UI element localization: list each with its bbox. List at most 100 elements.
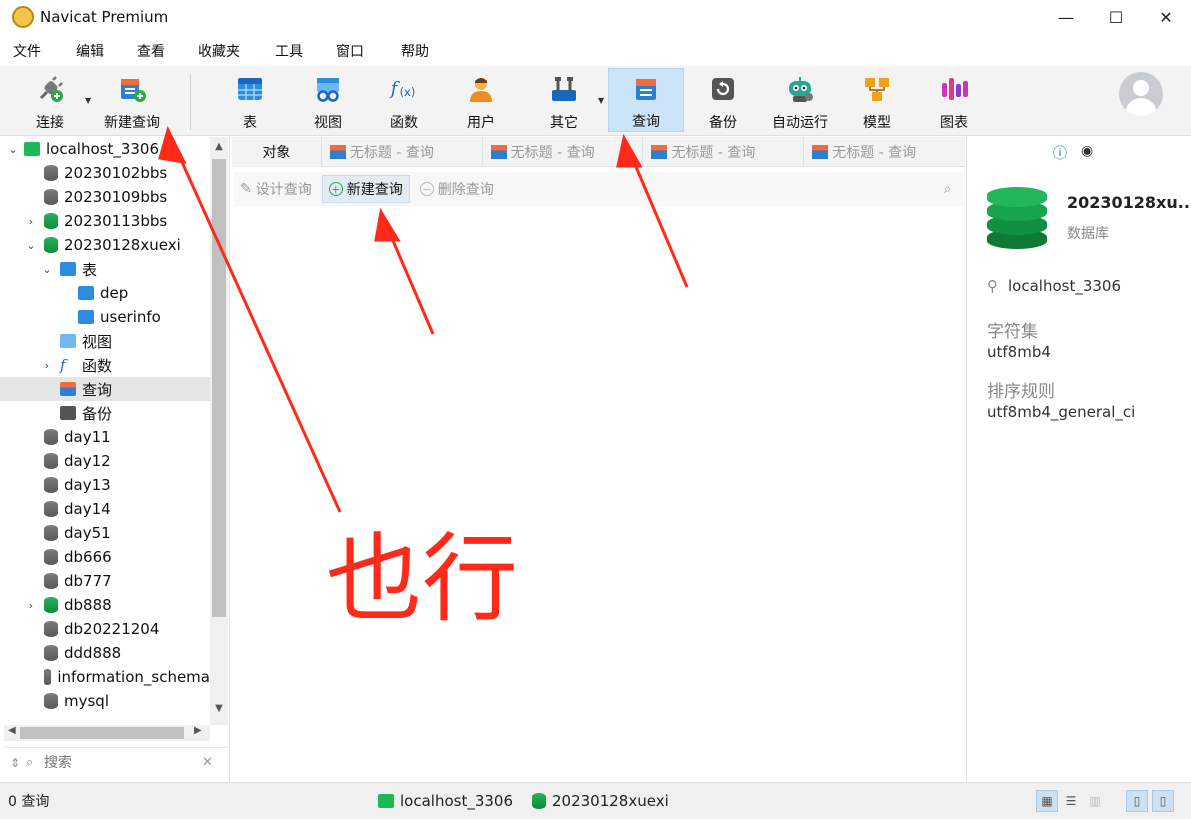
chevron-down-icon[interactable]: ⌄ <box>40 263 54 276</box>
menu-window[interactable]: 窗口 <box>316 41 377 61</box>
new-query-button[interactable]: + 新建查询 <box>321 175 410 203</box>
connect-button[interactable]: 连接 <box>22 68 78 132</box>
menu-tools[interactable]: 工具 <box>253 41 316 61</box>
scroll-right-icon[interactable]: ▶ <box>194 725 202 736</box>
database-large-icon <box>987 185 1047 251</box>
tree-db-item[interactable]: ddd888 <box>0 641 210 665</box>
tree-tables-node[interactable]: ⌄ 表 <box>0 257 210 281</box>
connect-dropdown-icon[interactable]: ▼ <box>85 96 91 105</box>
search-icon[interactable]: ⌕ <box>944 182 951 197</box>
tree-item-label: db666 <box>64 548 112 566</box>
menu-help[interactable]: 帮助 <box>377 41 442 61</box>
tree-item-label: 函数 <box>82 356 113 375</box>
delete-query-button[interactable]: − 删除查询 <box>414 175 500 203</box>
close-button[interactable]: ✕ <box>1141 0 1191 34</box>
tree-db-item[interactable]: information_schema <box>0 665 210 689</box>
scroll-down-icon[interactable]: ▼ <box>210 703 228 714</box>
automation-button[interactable]: 自动运行 <box>764 68 836 132</box>
collation-label: 排序规则 <box>987 382 1055 402</box>
backup-button[interactable]: 备份 <box>697 68 749 132</box>
tree-db-item[interactable]: › 20230113bbs <box>0 209 210 233</box>
tree-functions-node[interactable]: › f 函数 <box>0 353 210 377</box>
database-icon <box>44 669 52 685</box>
tree-search-input[interactable] <box>44 754 194 771</box>
maximize-button[interactable]: ☐ <box>1091 0 1141 34</box>
sort-icon[interactable]: ⇕ <box>4 756 26 770</box>
view-button[interactable]: 视图 <box>302 68 354 132</box>
chevron-right-icon[interactable]: › <box>24 599 38 612</box>
menu-view[interactable]: 查看 <box>117 41 178 61</box>
eye-icon[interactable]: ◉ <box>1081 143 1093 163</box>
tree-table-item[interactable]: userinfo <box>0 305 210 329</box>
tree-db-item[interactable]: mysql <box>0 689 210 713</box>
minimize-button[interactable]: — <box>1041 0 1091 34</box>
tree-item-label: day14 <box>64 500 111 518</box>
right-pane-icon[interactable]: ▯ <box>1152 790 1174 812</box>
menu-favorites[interactable]: 收藏夹 <box>178 41 253 61</box>
query-button[interactable]: 查询 <box>608 68 684 132</box>
function-icon: f <box>60 356 66 374</box>
menu-file[interactable]: 文件 <box>0 41 54 61</box>
clear-icon[interactable]: ✕ <box>202 755 213 770</box>
scroll-left-icon[interactable]: ◀ <box>8 725 16 736</box>
menu-edit[interactable]: 编辑 <box>54 41 117 61</box>
tab-query[interactable]: 无标题 - 查询 <box>643 137 805 167</box>
scroll-up-icon[interactable]: ▲ <box>210 141 228 152</box>
tree-db-item[interactable]: 20230109bbs <box>0 185 210 209</box>
function-button[interactable]: f (x) 函数 <box>378 68 430 132</box>
tree-db-item[interactable]: 20230102bbs <box>0 161 210 185</box>
tree-db-item[interactable]: db666 <box>0 545 210 569</box>
tree-views-node[interactable]: 视图 <box>0 329 210 353</box>
collation-value: utf8mb4_general_ci <box>987 403 1136 421</box>
tree-db-item[interactable]: day14 <box>0 497 210 521</box>
detail-view-icon[interactable]: ▥ <box>1084 790 1106 812</box>
new-query-label: 新建查询 <box>346 182 403 198</box>
chevron-down-icon[interactable]: ⌄ <box>6 143 20 156</box>
other-button[interactable]: 其它 <box>538 68 590 132</box>
tree-db-item[interactable]: day13 <box>0 473 210 497</box>
tree-vertical-scrollbar[interactable]: ▲ ▼ <box>210 137 228 725</box>
tree-db-item[interactable]: db777 <box>0 569 210 593</box>
chevron-down-icon[interactable]: ⌄ <box>24 239 38 252</box>
tab-query[interactable]: 无标题 - 查询 <box>322 137 483 167</box>
tree-db-item[interactable]: day12 <box>0 449 210 473</box>
tree-item-label: dep <box>100 284 129 302</box>
info-icon[interactable]: ⓘ <box>1053 143 1067 163</box>
scroll-thumb[interactable] <box>212 159 226 617</box>
database-icon <box>44 621 58 637</box>
tree-horizontal-scrollbar[interactable]: ◀ ▶ <box>4 725 210 741</box>
table-button[interactable]: 表 <box>224 68 276 132</box>
design-query-button[interactable]: ✎ 设计查询 <box>234 175 318 203</box>
new-query-toolbar-button[interactable]: 新建查询 <box>98 68 166 132</box>
list-view-icon[interactable]: ☰ <box>1060 790 1082 812</box>
user-button[interactable]: 用户 <box>455 68 507 132</box>
tree-db-item[interactable]: › db888 <box>0 593 210 617</box>
tree-item-label: ddd888 <box>64 644 122 662</box>
user-avatar[interactable] <box>1119 72 1163 116</box>
chevron-right-icon[interactable]: › <box>24 215 38 228</box>
other-dropdown-icon[interactable]: ▼ <box>598 96 604 105</box>
tree-db-item[interactable]: db20221204 <box>0 617 210 641</box>
scroll-thumb[interactable] <box>20 727 184 739</box>
chart-button[interactable]: 图表 <box>928 68 980 132</box>
menu-bar: 文件 编辑 查看 收藏夹 工具 窗口 帮助 <box>0 36 1191 66</box>
tree-backups-node[interactable]: 备份 <box>0 401 210 425</box>
table-label: 表 <box>243 115 257 131</box>
tree-db-item[interactable]: day11 <box>0 425 210 449</box>
chevron-right-icon[interactable]: › <box>40 359 54 372</box>
object-list-area[interactable] <box>234 206 963 780</box>
tree-queries-node[interactable]: 查询 <box>0 377 210 401</box>
avatar-head-icon <box>1133 80 1149 96</box>
tree-table-item[interactable]: dep <box>0 281 210 305</box>
left-pane-icon[interactable]: ▯ <box>1126 790 1148 812</box>
tab-objects[interactable]: 对象 <box>232 137 322 167</box>
grid-view-icon[interactable]: ▦ <box>1036 790 1058 812</box>
tree-db-item[interactable]: ⌄ 20230128xuexi <box>0 233 210 257</box>
tree-db-item[interactable]: day51 <box>0 521 210 545</box>
tab-query[interactable]: 无标题 - 查询 <box>804 137 965 167</box>
tab-query[interactable]: 无标题 - 查询 <box>483 137 644 167</box>
tree-connection[interactable]: ⌄ localhost_3306 <box>0 137 210 161</box>
model-button[interactable]: 模型 <box>851 68 903 132</box>
tools-icon <box>549 74 579 104</box>
table-icon <box>78 310 94 324</box>
